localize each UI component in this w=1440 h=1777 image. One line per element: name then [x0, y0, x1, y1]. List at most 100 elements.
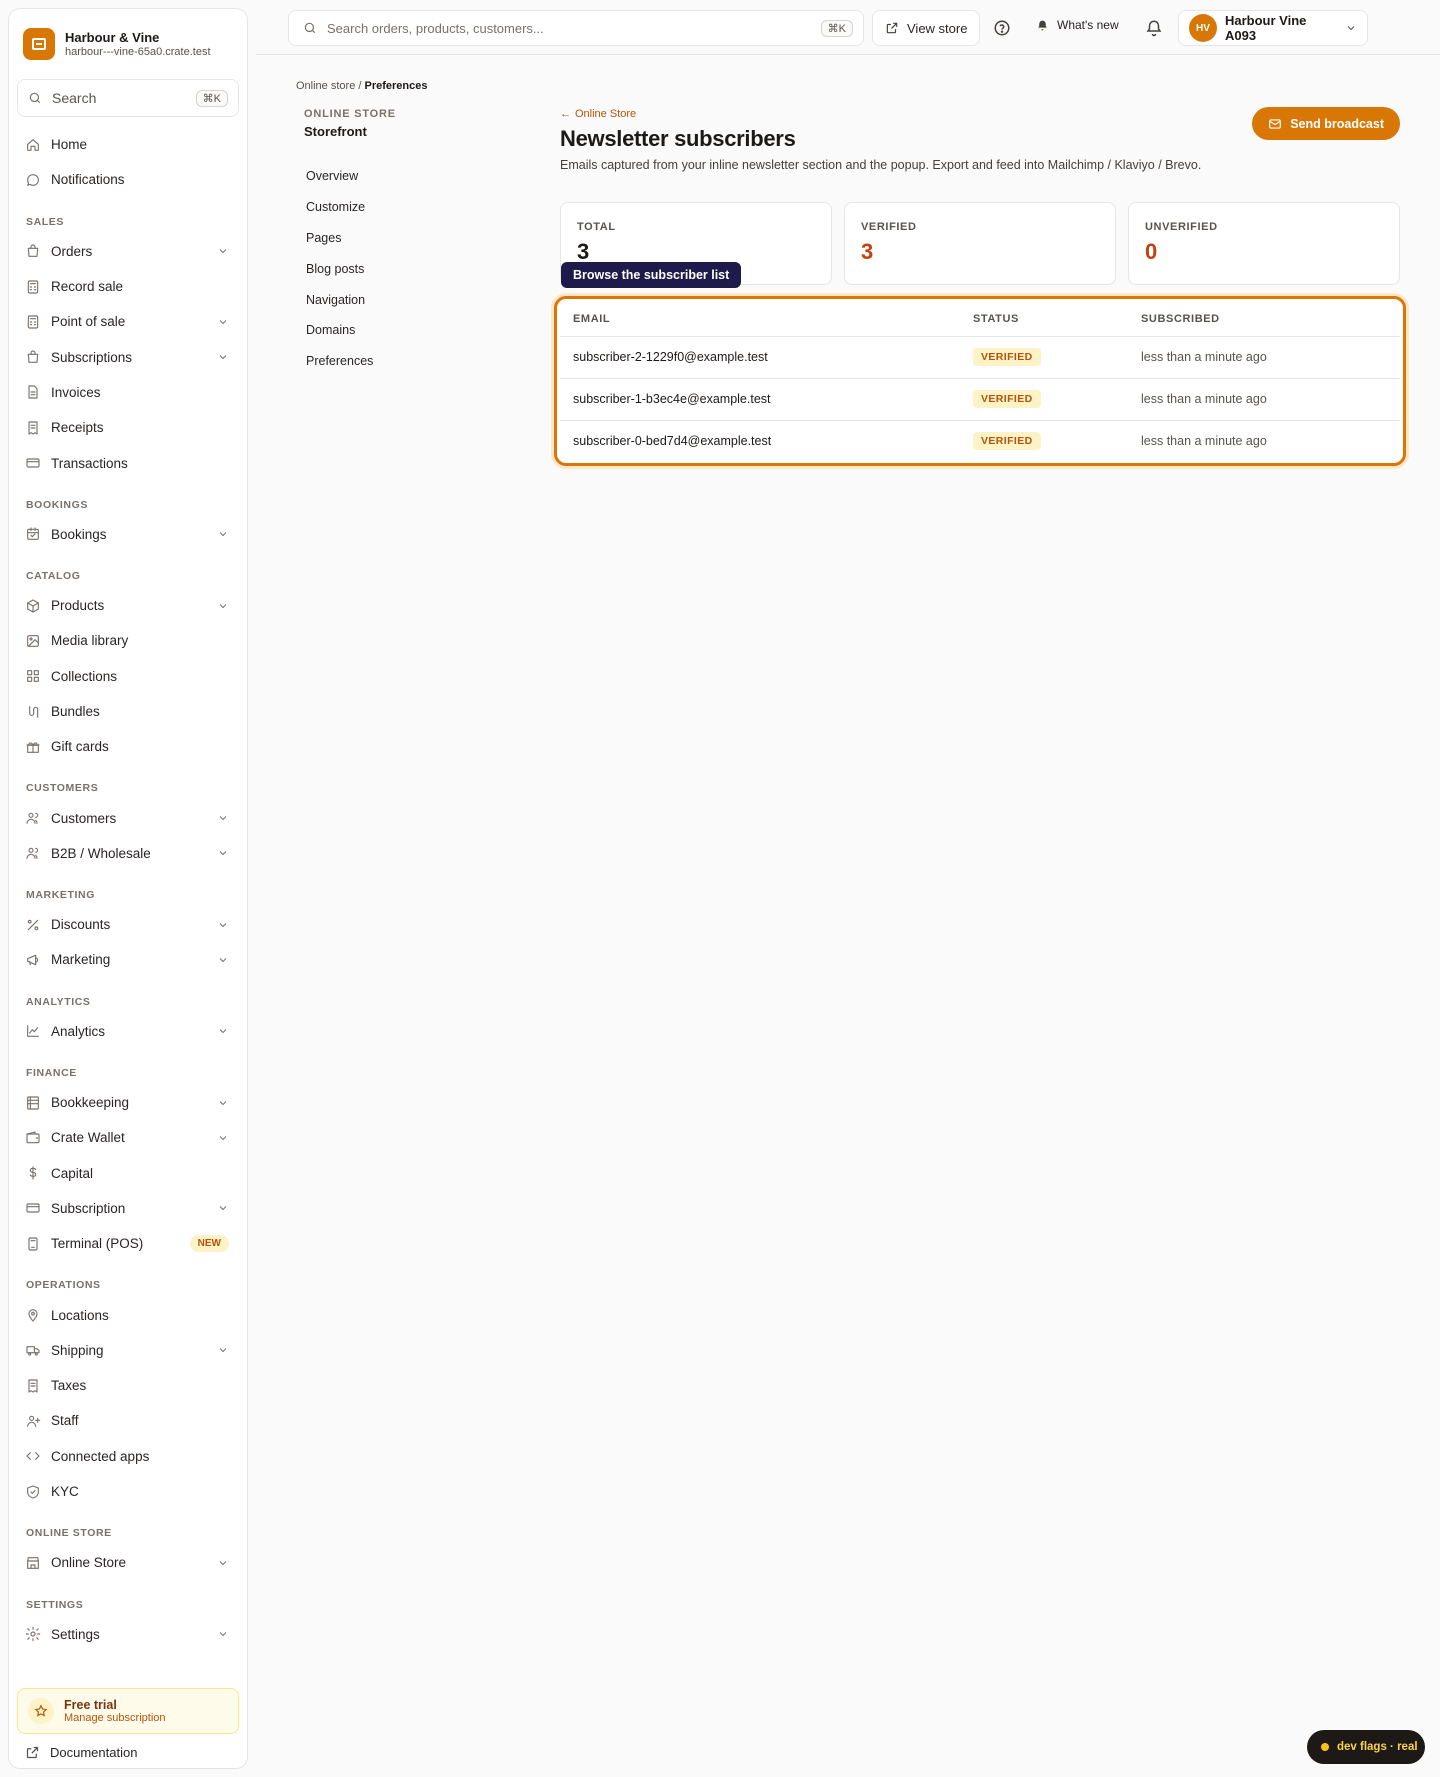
- sidebar-item-label: Capital: [51, 1165, 94, 1181]
- megaphone-icon: [25, 952, 41, 968]
- sidebar-item-invoices[interactable]: Invoices: [9, 375, 247, 410]
- sidebar-item-transactions[interactable]: Transactions: [9, 445, 247, 480]
- stat-unverified: UNVERIFIED 0: [1128, 202, 1400, 285]
- sidebar-item-capital[interactable]: Capital: [9, 1156, 247, 1191]
- view-store-label: View store: [907, 20, 968, 36]
- free-trial-card[interactable]: Free trial Manage subscription: [17, 1688, 239, 1734]
- bundle-icon: [25, 704, 41, 720]
- whats-new-button[interactable]: What's new: [1036, 18, 1119, 32]
- help-icon[interactable]: [990, 16, 1014, 40]
- global-search-placeholder: Search orders, products, customers...: [327, 20, 544, 36]
- gear-icon: [25, 1626, 41, 1642]
- table-row[interactable]: subscriber-2-1229f0@example.test VERIFIED…: [560, 336, 1400, 379]
- sidebar: Harbour & Vine harbour---vine-65a0.crate…: [8, 8, 248, 1769]
- sidebar-item-label: Staff: [51, 1413, 79, 1429]
- sidebar-item-label: Taxes: [51, 1378, 87, 1394]
- sidebar-search-shortcut: ⌘K: [195, 89, 228, 107]
- chevron-down-icon: [217, 1025, 229, 1037]
- sidebar-item-label: Transactions: [51, 455, 128, 471]
- sidebar-item-label: KYC: [51, 1484, 79, 1500]
- subscribers-table-highlight: EMAIL STATUS SUBSCRIBED subscriber-2-122…: [554, 296, 1406, 466]
- sidebar-section-analytics: ANALYTICS: [26, 995, 91, 1008]
- sidebar-item-gift-cards[interactable]: Gift cards: [9, 729, 247, 764]
- chevron-down-icon: [217, 245, 229, 257]
- users-icon: [25, 845, 41, 861]
- stat-label: UNVERIFIED: [1145, 221, 1218, 233]
- stat-label: VERIFIED: [861, 221, 917, 233]
- sidebar-item-taxes[interactable]: Taxes: [9, 1368, 247, 1403]
- subnav-item-blog-posts[interactable]: Blog posts: [304, 253, 504, 284]
- table-row[interactable]: subscriber-0-bed7d4@example.test VERIFIED…: [560, 420, 1400, 462]
- global-search-shortcut: ⌘K: [820, 19, 853, 37]
- sidebar-item-label: Subscription: [51, 1200, 126, 1216]
- sidebar-item-bundles[interactable]: Bundles: [9, 694, 247, 729]
- bag-icon: [25, 243, 41, 259]
- account-menu[interactable]: HV Harbour Vine A093: [1178, 10, 1368, 46]
- subscriber-status-cell: VERIFIED: [960, 378, 1128, 421]
- bell-filled-icon: [1038, 20, 1047, 30]
- sidebar-item-kyc[interactable]: KYC: [9, 1474, 247, 1509]
- notifications-bell-icon[interactable]: [1142, 16, 1166, 40]
- sidebar-item-discounts[interactable]: Discounts: [9, 907, 247, 942]
- sidebar-item-products[interactable]: Products: [9, 588, 247, 623]
- sidebar-item-label: B2B / Wholesale: [51, 845, 151, 861]
- dev-flags-toggle[interactable]: dev flags · real: [1307, 1730, 1425, 1764]
- page-description: Emails captured from your inline newslet…: [560, 158, 1202, 172]
- stat-value: 3: [861, 239, 874, 264]
- sidebar-item-subscription[interactable]: Subscription: [9, 1191, 247, 1226]
- view-store-button[interactable]: View store: [872, 10, 981, 46]
- sidebar-item-orders[interactable]: Orders: [9, 234, 247, 269]
- main-content: ← Online Store Newsletter subscribers Em…: [554, 100, 1406, 466]
- subnav-item-customize[interactable]: Customize: [304, 192, 504, 223]
- global-search-input[interactable]: Search orders, products, customers... ⌘K: [288, 10, 864, 46]
- percent-icon: [25, 917, 41, 933]
- sidebar-item-customers[interactable]: Customers: [9, 800, 247, 835]
- brand[interactable]: Harbour & Vine harbour---vine-65a0.crate…: [9, 9, 247, 65]
- sidebar-item-online-store[interactable]: Online Store: [9, 1545, 247, 1580]
- sidebar-item-bookkeeping[interactable]: Bookkeeping: [9, 1085, 247, 1120]
- subnav-item-domains[interactable]: Domains: [304, 315, 504, 346]
- sidebar-item-marketing[interactable]: Marketing: [9, 942, 247, 977]
- stat-value: 0: [1145, 239, 1158, 264]
- sidebar-item-label: Crate Wallet: [51, 1130, 125, 1146]
- sidebar-item-subscriptions[interactable]: Subscriptions: [9, 339, 247, 374]
- sidebar-item-locations[interactable]: Locations: [9, 1297, 247, 1332]
- sidebar-item-b2b-wholesale[interactable]: B2B / Wholesale: [9, 836, 247, 871]
- table-row[interactable]: subscriber-1-b3ec4e@example.test VERIFIED…: [560, 378, 1400, 421]
- sidebar-item-staff[interactable]: Staff: [9, 1403, 247, 1438]
- breadcrumb-parent[interactable]: Online store: [296, 80, 355, 92]
- send-broadcast-button[interactable]: Send broadcast: [1252, 107, 1400, 140]
- sidebar-item-settings[interactable]: Settings: [9, 1617, 247, 1652]
- image-icon: [25, 633, 41, 649]
- sidebar-item-media-library[interactable]: Media library: [9, 623, 247, 658]
- new-badge: NEW: [189, 1235, 229, 1253]
- sidebar-item-notifications[interactable]: Notifications: [9, 162, 247, 197]
- sidebar-item-bookings[interactable]: Bookings: [9, 517, 247, 552]
- subnav-item-navigation[interactable]: Navigation: [304, 284, 504, 315]
- calendar-icon: [25, 526, 41, 542]
- subnav-item-preferences[interactable]: Preferences: [304, 346, 504, 377]
- subnav-item-pages[interactable]: Pages: [304, 223, 504, 254]
- sidebar-item-receipts[interactable]: Receipts: [9, 410, 247, 445]
- manage-subscription-link[interactable]: Manage subscription: [64, 1712, 166, 1724]
- topbar: Search orders, products, customers... ⌘K…: [256, 0, 1440, 55]
- subnav-overline: ONLINE STORE: [304, 108, 396, 120]
- sidebar-item-point-of-sale[interactable]: Point of sale: [9, 304, 247, 339]
- sidebar-item-shipping[interactable]: Shipping: [9, 1333, 247, 1368]
- arrow-left-icon: ←: [560, 108, 571, 120]
- sidebar-item-home[interactable]: Home: [9, 127, 247, 162]
- external-link-icon: [26, 1746, 39, 1759]
- sidebar-item-record-sale[interactable]: Record sale: [9, 269, 247, 304]
- subnav-item-overview[interactable]: Overview: [304, 161, 504, 192]
- documentation-label: Documentation: [50, 1745, 138, 1760]
- sidebar-item-terminal-pos[interactable]: Terminal (POS) NEW: [9, 1226, 247, 1261]
- subscriber-status-cell: VERIFIED: [960, 420, 1128, 462]
- sidebar-search[interactable]: Search ⌘K: [17, 79, 239, 117]
- sidebar-item-analytics[interactable]: Analytics: [9, 1014, 247, 1049]
- sidebar-item-label: Notifications: [51, 172, 125, 188]
- sidebar-item-connected-apps[interactable]: Connected apps: [9, 1439, 247, 1474]
- sidebar-item-crate-wallet[interactable]: Crate Wallet: [9, 1120, 247, 1155]
- documentation-link[interactable]: Documentation: [25, 1745, 137, 1760]
- sidebar-item-collections[interactable]: Collections: [9, 659, 247, 694]
- subscriber-email: subscriber-1-b3ec4e@example.test: [560, 378, 960, 421]
